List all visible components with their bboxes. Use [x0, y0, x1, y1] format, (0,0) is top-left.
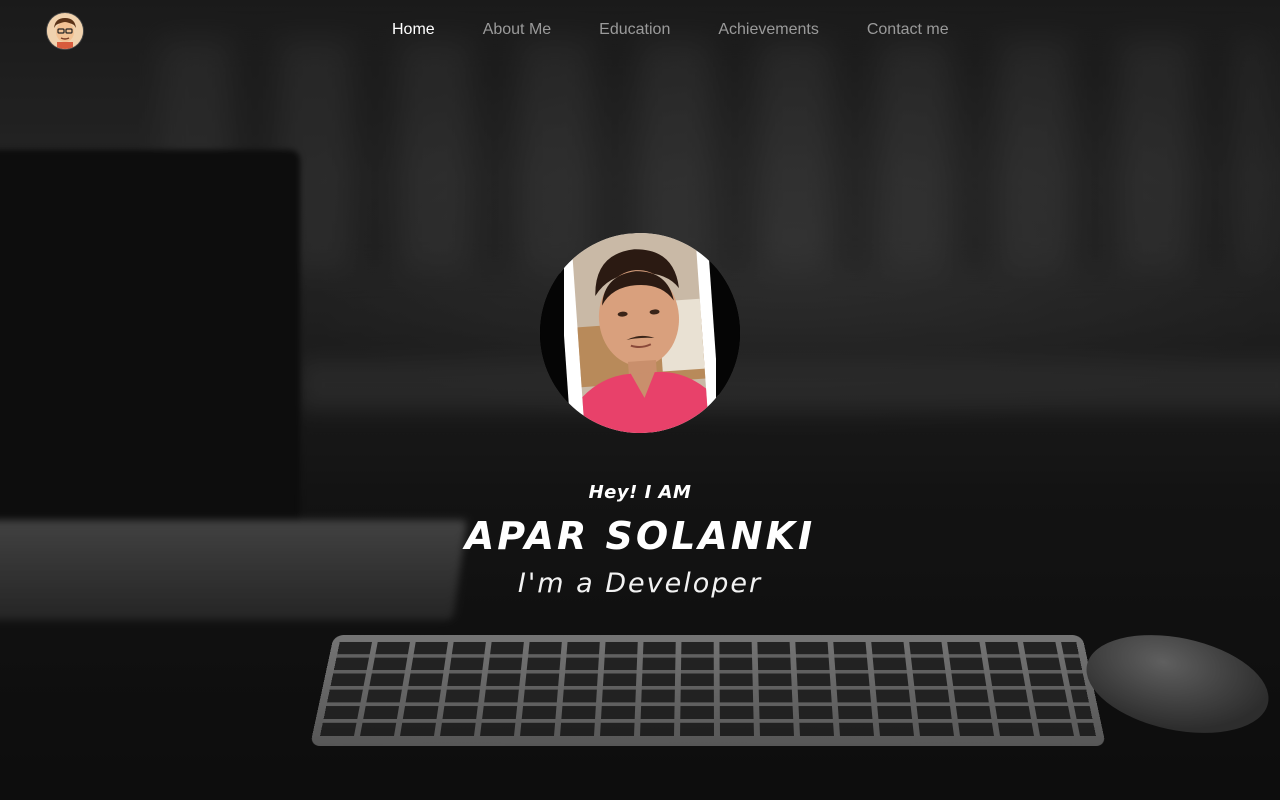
- profile-avatar-icon[interactable]: [47, 13, 83, 49]
- hero-role: I'm a Developer: [517, 568, 763, 599]
- nav-menu: Home About Me Education Achievements Con…: [392, 20, 949, 40]
- nav-item-education[interactable]: Education: [599, 20, 670, 40]
- nav-item-contact-me[interactable]: Contact me: [867, 20, 949, 40]
- nav-item-home[interactable]: Home: [392, 20, 435, 40]
- hero-name: APAR SOLANKI: [464, 514, 816, 558]
- hero-greeting: Hey! I AM: [588, 482, 692, 503]
- nav-item-achievements[interactable]: Achievements: [718, 20, 819, 40]
- profile-photo: [540, 233, 740, 433]
- top-nav: Home About Me Education Achievements Con…: [0, 0, 1280, 62]
- nav-item-about-me[interactable]: About Me: [483, 20, 551, 40]
